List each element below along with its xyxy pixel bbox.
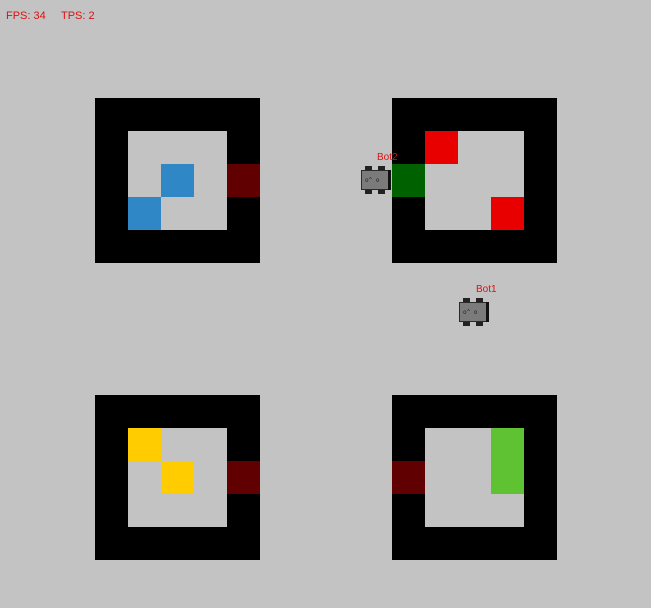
door-closed <box>392 461 425 494</box>
bot-body: o^ o <box>459 302 487 322</box>
blue-item-tile <box>128 197 161 230</box>
bot-front <box>388 170 391 190</box>
room-top-right <box>392 98 557 263</box>
room-bottom-right <box>392 395 557 560</box>
door-closed <box>227 164 260 197</box>
bot-face: o^ o <box>365 177 380 184</box>
room-top-left <box>95 98 260 263</box>
wheel <box>378 190 385 194</box>
bot1-robot[interactable]: o^ o <box>459 298 489 326</box>
red-item-tile <box>425 131 458 164</box>
bot2-robot[interactable]: o^ o <box>361 166 391 194</box>
bot2-label: Bot2 <box>377 152 398 163</box>
fps-counter: FPS: 34 <box>6 10 46 22</box>
wheel <box>365 190 372 194</box>
room-bottom-left <box>95 395 260 560</box>
bot-face: o^ o <box>463 309 478 316</box>
red-item-tile <box>491 197 524 230</box>
blue-item-tile <box>161 164 194 197</box>
wheel <box>476 322 483 326</box>
tps-counter: TPS: 2 <box>61 10 95 22</box>
bot-body: o^ o <box>361 170 389 190</box>
door-closed <box>227 461 260 494</box>
wheel <box>463 322 470 326</box>
bot-front <box>486 302 489 322</box>
bot1-label: Bot1 <box>476 284 497 295</box>
yellow-item-tile <box>128 428 161 461</box>
yellow-item-tile <box>161 461 194 494</box>
green-item-tile <box>491 428 524 494</box>
door-open <box>392 164 425 197</box>
